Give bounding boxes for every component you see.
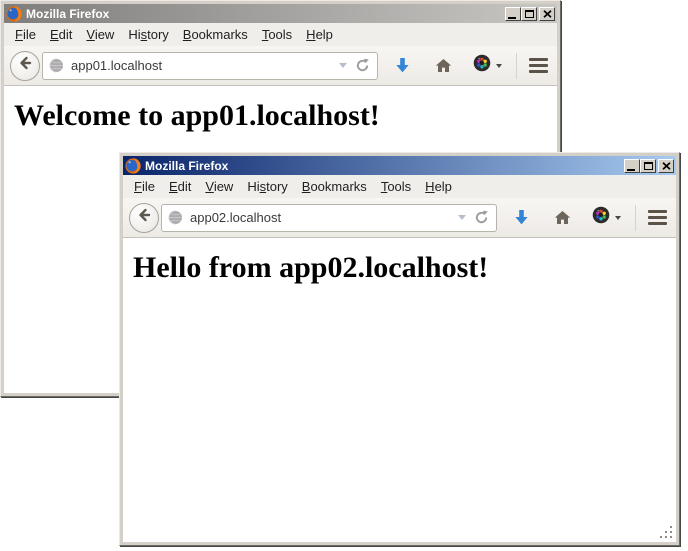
back-button[interactable] bbox=[10, 51, 40, 81]
download-button[interactable] bbox=[395, 57, 410, 74]
nav-toolbar bbox=[4, 46, 557, 86]
urlbar[interactable] bbox=[42, 52, 378, 80]
firefox-logo-icon bbox=[125, 158, 141, 174]
page-heading: Welcome to app01.localhost! bbox=[4, 99, 557, 133]
toolbar-separator bbox=[516, 53, 517, 79]
window-title: Mozilla Firefox bbox=[25, 7, 502, 21]
menu-edit[interactable]: Edit bbox=[162, 177, 198, 196]
page-content: Hello from app02.localhost! bbox=[123, 238, 676, 542]
urlbar-dropdown-icon[interactable] bbox=[458, 215, 466, 220]
close-button[interactable] bbox=[539, 7, 555, 21]
menu-help[interactable]: Help bbox=[418, 177, 459, 196]
toolbar-separator bbox=[635, 205, 636, 231]
menubar: File Edit View History Bookmarks Tools H… bbox=[123, 175, 676, 198]
hamburger-icon bbox=[648, 210, 667, 213]
page-heading: Hello from app02.localhost! bbox=[123, 251, 676, 285]
minimize-button[interactable] bbox=[624, 159, 640, 173]
url-input[interactable] bbox=[64, 58, 337, 73]
menu-edit[interactable]: Edit bbox=[43, 25, 79, 44]
minimize-icon bbox=[627, 169, 635, 171]
download-arrow-icon bbox=[395, 57, 410, 74]
maximize-button[interactable] bbox=[640, 159, 656, 173]
window-controls bbox=[505, 7, 555, 21]
menu-file[interactable]: File bbox=[127, 177, 162, 196]
menu-view[interactable]: View bbox=[79, 25, 121, 44]
site-identity-globe-icon[interactable] bbox=[49, 58, 64, 73]
minimize-button[interactable] bbox=[505, 7, 521, 21]
home-icon bbox=[435, 58, 452, 73]
maximize-icon bbox=[525, 10, 534, 18]
menu-file[interactable]: File bbox=[8, 25, 43, 44]
site-identity-globe-icon[interactable] bbox=[168, 210, 183, 225]
menu-hamburger-button[interactable] bbox=[648, 210, 667, 225]
close-button[interactable] bbox=[658, 159, 674, 173]
home-button[interactable] bbox=[554, 210, 571, 225]
maximize-button[interactable] bbox=[521, 7, 537, 21]
menu-tools[interactable]: Tools bbox=[374, 177, 418, 196]
resize-grip[interactable] bbox=[660, 526, 674, 540]
menubar: File Edit View History Bookmarks Tools H… bbox=[4, 23, 557, 46]
download-arrow-icon bbox=[514, 209, 529, 226]
urlbar[interactable] bbox=[161, 204, 497, 232]
dropdown-caret-icon bbox=[615, 216, 621, 220]
titlebar[interactable]: Mozilla Firefox bbox=[123, 156, 676, 175]
back-arrow-icon bbox=[17, 55, 33, 76]
menu-bookmarks[interactable]: Bookmarks bbox=[176, 25, 255, 44]
window-title: Mozilla Firefox bbox=[144, 159, 621, 173]
firefox-logo-icon bbox=[6, 6, 22, 22]
search-engine-button[interactable] bbox=[592, 206, 621, 229]
titlebar[interactable]: Mozilla Firefox bbox=[4, 4, 557, 23]
search-engine-button[interactable] bbox=[473, 54, 502, 77]
menu-history[interactable]: History bbox=[121, 25, 175, 44]
colorwheel-icon bbox=[592, 206, 610, 229]
menu-tools[interactable]: Tools bbox=[255, 25, 299, 44]
home-button[interactable] bbox=[435, 58, 452, 73]
home-icon bbox=[554, 210, 571, 225]
urlbar-dropdown-icon[interactable] bbox=[339, 63, 347, 68]
reload-button[interactable] bbox=[474, 210, 489, 225]
nav-toolbar bbox=[123, 198, 676, 238]
url-input[interactable] bbox=[183, 210, 456, 225]
menu-hamburger-button[interactable] bbox=[529, 58, 548, 73]
hamburger-icon bbox=[529, 58, 548, 61]
close-icon bbox=[662, 162, 671, 170]
minimize-icon bbox=[508, 17, 516, 19]
menu-view[interactable]: View bbox=[198, 177, 240, 196]
firefox-window-app02[interactable]: Mozilla Firefox File Edit View History B… bbox=[119, 152, 680, 546]
back-arrow-icon bbox=[136, 207, 152, 228]
window-controls bbox=[624, 159, 674, 173]
close-icon bbox=[543, 10, 552, 18]
menu-bookmarks[interactable]: Bookmarks bbox=[295, 177, 374, 196]
back-button[interactable] bbox=[129, 203, 159, 233]
reload-button[interactable] bbox=[355, 58, 370, 73]
colorwheel-icon bbox=[473, 54, 491, 77]
menu-help[interactable]: Help bbox=[299, 25, 340, 44]
maximize-icon bbox=[644, 162, 653, 170]
download-button[interactable] bbox=[514, 209, 529, 226]
menu-history[interactable]: History bbox=[240, 177, 294, 196]
dropdown-caret-icon bbox=[496, 64, 502, 68]
